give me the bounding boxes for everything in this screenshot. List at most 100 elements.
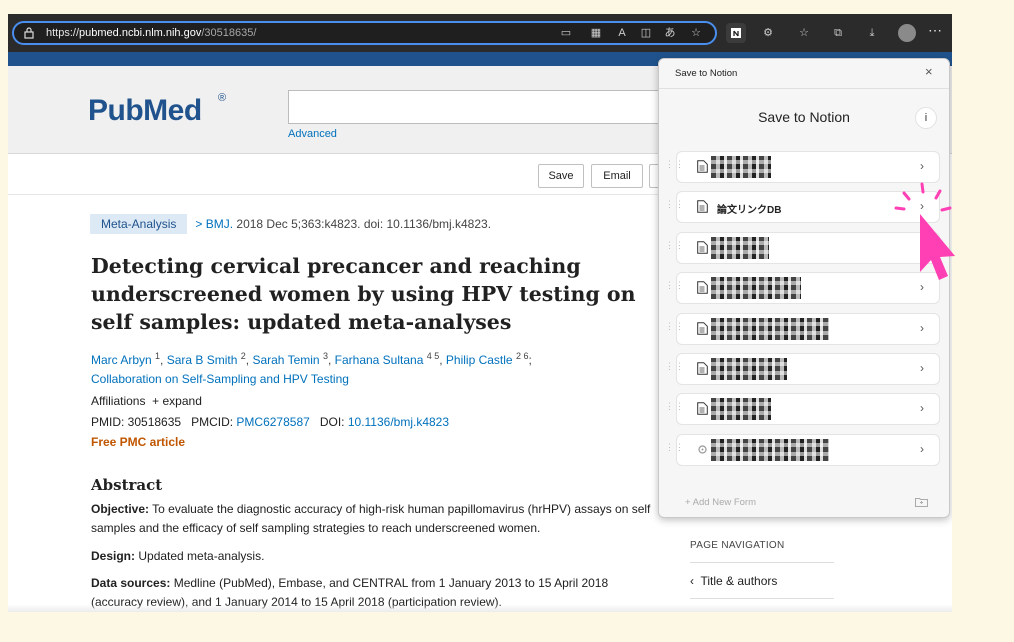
address-bar[interactable]: https://pubmed.ncbi.nlm.nih.gov/30518635…	[12, 21, 717, 45]
url-host: pubmed.ncbi.nlm.nih.gov	[79, 27, 202, 39]
logo-registered-mark: ®	[218, 92, 227, 104]
reader-icon[interactable]: ▭	[558, 25, 574, 41]
profile-icon[interactable]	[898, 24, 916, 42]
redacted-label	[711, 156, 771, 178]
publication-type-badge: Meta-Analysis	[90, 214, 188, 234]
favorite-add-icon[interactable]: ☆	[688, 25, 704, 41]
url-path: /30518635/	[201, 27, 257, 39]
affiliation-number[interactable]: 2 6	[516, 351, 529, 361]
drag-handle-icon[interactable]: ⋮⋮	[665, 281, 684, 296]
author-link[interactable]: Farhana Sultana 4 5	[335, 351, 440, 367]
page-icon	[697, 362, 708, 375]
popup-heading: Save to Notion	[758, 109, 850, 125]
downloads-icon[interactable]: ⤓	[864, 25, 880, 41]
drag-handle-icon[interactable]: ⋮⋮	[665, 160, 684, 175]
extension-icon[interactable]: ⚙	[760, 25, 776, 41]
journal-link[interactable]: BMJ.	[206, 217, 233, 231]
data-sources-label: Data sources:	[91, 576, 171, 590]
more-icon[interactable]: ⋯	[928, 22, 943, 39]
collections-icon[interactable]: ⧉	[830, 25, 846, 41]
redacted-label	[711, 318, 829, 340]
citation-row: Meta-Analysis > BMJ. 2018 Dec 5;363:k4823…	[90, 214, 491, 234]
author-name: Philip Castle	[445, 353, 513, 367]
divider	[690, 562, 834, 563]
scroll-fade	[8, 604, 952, 612]
page-nav-item-title-authors[interactable]: ‹ Title & authors	[690, 574, 777, 588]
drag-handle-icon[interactable]: ⋮⋮	[665, 443, 684, 458]
form-item[interactable]: ⋮⋮ ›	[665, 435, 939, 465]
translate-icon[interactable]: あ	[662, 25, 678, 41]
chevron-right-icon[interactable]: ›	[920, 442, 924, 456]
collaboration-link[interactable]: Collaboration on Self-Sampling and HPV T…	[91, 372, 349, 386]
close-icon[interactable]: ×	[925, 64, 933, 79]
pubmed-logo[interactable]: PubMed	[88, 94, 202, 128]
author-link[interactable]: Sarah Temin 3	[252, 351, 328, 367]
abstract-design: Design: Updated meta-analysis.	[91, 547, 651, 566]
drag-handle-icon[interactable]: ⋮⋮	[665, 362, 684, 377]
chevron-right-icon[interactable]: ›	[920, 321, 924, 335]
read-aloud-icon[interactable]: A	[614, 25, 630, 41]
notion-extension-icon[interactable]	[726, 23, 746, 43]
favorites-icon[interactable]: ☆	[796, 25, 812, 41]
objective-label: Objective:	[91, 502, 150, 516]
chevron-right-icon[interactable]: ›	[920, 361, 924, 375]
url-scheme: https://	[46, 27, 80, 39]
page-icon	[697, 322, 708, 335]
redacted-label	[711, 358, 787, 380]
page-icon	[697, 160, 708, 173]
author-link[interactable]: Sara B Smith 2	[166, 351, 246, 367]
citation-text: 2018 Dec 5;363:k4823. doi: 10.1136/bmj.k…	[233, 217, 492, 231]
immersive-icon[interactable]: ◫	[638, 25, 654, 41]
objective-text: To evaluate the diagnostic accuracy of h…	[91, 502, 651, 535]
popup-titlebar: Save to Notion ×	[659, 59, 949, 89]
identifiers: PMID: 30518635 PMCID: PMC6278587 DOI: 10…	[91, 415, 449, 429]
form-item[interactable]: ⋮⋮ ›	[665, 394, 939, 424]
lock-icon	[24, 27, 34, 39]
affiliations-toggle[interactable]: Affiliations + expand	[91, 394, 202, 408]
apps-icon[interactable]: ▦	[588, 25, 604, 41]
expand-button[interactable]: + expand	[152, 394, 202, 408]
folder-icon[interactable]	[915, 497, 928, 507]
save-button[interactable]: Save	[538, 164, 584, 188]
drag-handle-icon[interactable]: ⋮⋮	[665, 241, 684, 256]
url-text: https://pubmed.ncbi.nlm.nih.gov/30518635…	[46, 27, 256, 39]
doi-label: DOI:	[319, 415, 348, 429]
form-item[interactable]: ⋮⋮ ›	[665, 152, 939, 182]
page-navigation-title: PAGE NAVIGATION	[690, 540, 785, 551]
author-name: Sarah Temin	[252, 353, 320, 367]
affiliation-number[interactable]: 4 5	[427, 351, 440, 361]
author-name: Sara B Smith	[166, 353, 238, 367]
page-icon	[697, 241, 708, 254]
drag-handle-icon[interactable]: ⋮⋮	[665, 200, 684, 215]
abstract-heading: Abstract	[91, 476, 163, 494]
design-label: Design:	[91, 549, 136, 563]
email-button[interactable]: Email	[591, 164, 643, 188]
design-text: Updated meta-analysis.	[135, 549, 265, 563]
redacted-label	[711, 439, 829, 461]
divider	[690, 598, 834, 599]
chevron-left-icon: ‹	[690, 574, 694, 588]
chevron-right-icon[interactable]: ›	[920, 401, 924, 415]
author-name: Marc Arbyn	[91, 353, 152, 367]
redacted-label	[711, 277, 801, 299]
redacted-label	[711, 398, 771, 420]
info-icon[interactable]: i	[915, 107, 937, 129]
search-input[interactable]	[288, 90, 668, 124]
author-link[interactable]: Philip Castle 2 6	[445, 351, 529, 367]
author-link[interactable]: Marc Arbyn 1	[91, 351, 160, 367]
add-new-form-button[interactable]: + Add New Form	[685, 497, 756, 508]
form-label: 論文リンクDB	[717, 205, 782, 216]
form-item[interactable]: ⋮⋮ ›	[665, 354, 939, 384]
chevron-right-icon[interactable]: ›	[920, 159, 924, 173]
form-item[interactable]: ⋮⋮ ›	[665, 314, 939, 344]
divider	[8, 194, 658, 195]
popup-bar-title: Save to Notion	[675, 68, 738, 79]
advanced-search-link[interactable]: Advanced	[288, 128, 337, 140]
doi-link[interactable]: 10.1136/bmj.k4823	[348, 415, 449, 429]
drag-handle-icon[interactable]: ⋮⋮	[665, 402, 684, 417]
pmid-value: 30518635	[127, 415, 182, 429]
pmcid-link[interactable]: PMC6278587	[236, 415, 309, 429]
drag-handle-icon[interactable]: ⋮⋮	[665, 322, 684, 337]
page-icon	[697, 281, 708, 294]
page-icon	[697, 200, 708, 213]
